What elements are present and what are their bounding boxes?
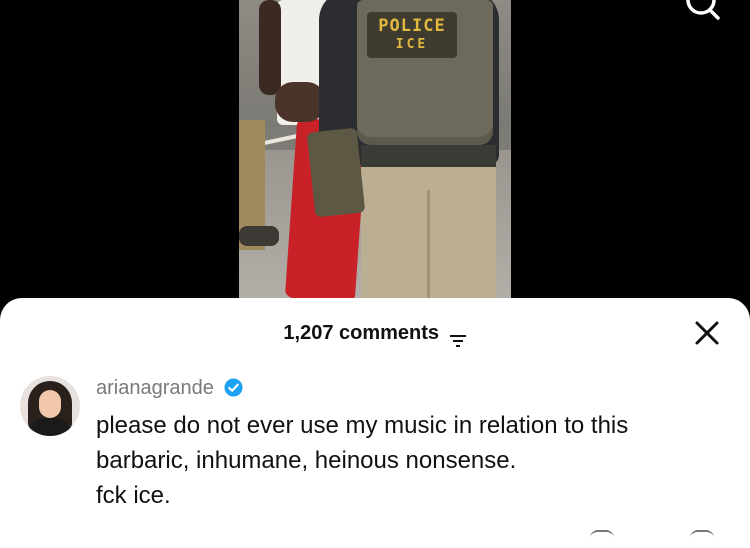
video-shoe <box>239 226 279 246</box>
comment-text-line: please do not ever use my music in relat… <box>96 412 629 439</box>
verified-icon <box>224 377 243 397</box>
comment-username[interactable]: arianagrande <box>96 377 214 399</box>
close-icon[interactable] <box>692 318 722 348</box>
comments-header: 1,207 comments <box>0 316 750 350</box>
video-handcuffed-hands <box>275 82 325 122</box>
comment-actions-partial <box>590 530 730 536</box>
comment-text-line: fck ice. <box>96 482 171 509</box>
comments-sheet: 1,207 comments arianagrande please do no… <box>0 298 750 548</box>
vest-patch: POLICE ICE <box>367 12 457 58</box>
vest-patch-line1: POLICE <box>378 16 446 36</box>
share-icon[interactable] <box>690 530 714 538</box>
vest-patch-line2: ICE <box>395 37 429 52</box>
video-officer-pants <box>361 160 496 300</box>
comment-body: arianagrande please do not ever use my m… <box>96 374 730 513</box>
comment-text-line: barbaric, inhumane, heinous nonsense. <box>96 447 517 474</box>
video-holster <box>306 127 366 218</box>
comment-text: please do not ever use my music in relat… <box>96 408 730 513</box>
video-player[interactable]: POLICE ICE <box>239 0 511 300</box>
like-icon[interactable] <box>590 530 614 538</box>
video-duty-belt <box>361 145 496 167</box>
video-arm <box>259 0 281 95</box>
filter-icon[interactable] <box>449 325 467 347</box>
comments-count: 1,207 comments <box>283 322 440 344</box>
avatar[interactable] <box>20 376 80 436</box>
comment-author-row: arianagrande <box>96 374 730 402</box>
search-icon[interactable] <box>682 0 722 22</box>
